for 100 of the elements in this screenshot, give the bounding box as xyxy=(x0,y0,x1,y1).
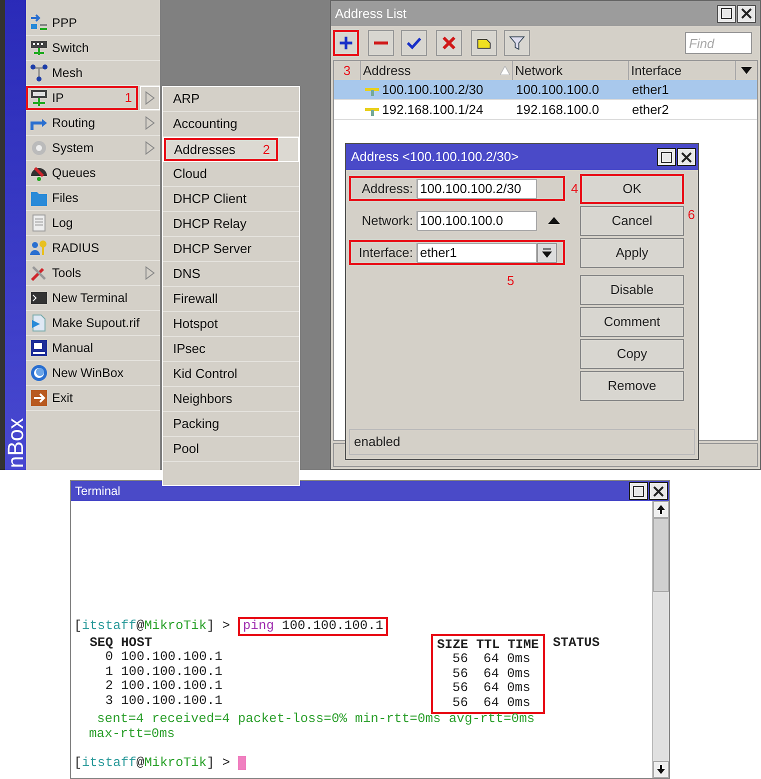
close-button[interactable] xyxy=(649,482,668,500)
switch-icon xyxy=(30,39,48,57)
filter-icon xyxy=(509,35,525,51)
menu-item[interactable]: Log xyxy=(26,211,138,235)
scroll-down-button[interactable] xyxy=(653,761,669,778)
submenu-item[interactable]: Pool xyxy=(163,437,277,461)
toolbar-button[interactable] xyxy=(471,30,497,56)
file-arrow-icon xyxy=(30,314,48,332)
toolbar-button[interactable] xyxy=(401,30,427,56)
menu-item[interactable]: Exit xyxy=(26,386,138,410)
toolbar-button[interactable] xyxy=(333,30,359,56)
dialog-button[interactable]: Comment xyxy=(580,307,684,337)
dropdown-field[interactable]: ether1 xyxy=(417,242,537,262)
menu-item[interactable]: Routing xyxy=(26,111,138,135)
dropdown-icon xyxy=(741,67,752,74)
close-icon xyxy=(741,8,752,19)
table-cell-text: 64 xyxy=(482,666,499,681)
table-cell-text: 100.100.100.2/30 xyxy=(382,80,484,99)
collapse-button[interactable] xyxy=(547,214,561,226)
input-field[interactable]: 100.100.100.0 xyxy=(417,210,537,230)
close-button[interactable] xyxy=(677,148,696,166)
table-cell-text: 2 xyxy=(104,679,113,694)
prompt-text: MikroTik xyxy=(144,756,207,770)
submenu-item[interactable]: DHCP Relay xyxy=(163,212,277,236)
dialog-button[interactable]: Copy xyxy=(580,339,684,369)
maximize-button[interactable] xyxy=(629,482,648,500)
dialog-button[interactable]: Disable xyxy=(580,275,684,305)
document-icon xyxy=(30,214,48,232)
submenu-item[interactable]: Addresses 2 xyxy=(164,138,278,161)
table-cell-text: 0 xyxy=(104,650,113,664)
menu-item[interactable]: Manual xyxy=(26,336,138,360)
menu-item[interactable]: Make Supout.rif xyxy=(26,311,138,335)
status-text: enabled xyxy=(354,433,400,452)
menu-item[interactable]: Files xyxy=(26,186,138,210)
sort-icon xyxy=(500,66,510,75)
submenu-item[interactable]: IPsec xyxy=(163,337,277,361)
table-cell: 0ms xyxy=(507,666,530,681)
step-number: 1 xyxy=(124,89,132,108)
submenu-item[interactable]: ARP xyxy=(163,87,277,111)
maximize-icon xyxy=(633,486,644,496)
table-row[interactable]: 100.100.100.2/30 100.100.100.0 ether1 xyxy=(334,80,757,100)
plus-icon xyxy=(338,35,354,51)
submenu-arrow-icon xyxy=(145,266,155,280)
step-number: 2 xyxy=(262,140,270,159)
toolbar-button[interactable] xyxy=(504,30,530,56)
dropdown-button[interactable] xyxy=(537,242,557,262)
submenu-item[interactable]: Kid Control xyxy=(163,362,277,386)
scrollbar[interactable] xyxy=(652,501,669,778)
table-cell-text: 56 xyxy=(451,652,468,666)
menu-item[interactable]: New WinBox xyxy=(26,361,138,385)
input-field[interactable]: 100.100.100.2/30 xyxy=(417,178,537,198)
menu-item[interactable]: System xyxy=(26,136,138,160)
menu-item[interactable]: IP 1 xyxy=(26,86,138,110)
submenu-item[interactable]: Hotspot xyxy=(163,312,277,336)
submenu-item[interactable]: Cloud xyxy=(163,162,277,186)
folder-icon xyxy=(30,189,48,207)
connection-icon xyxy=(30,14,48,32)
menu-item[interactable]: Tools xyxy=(26,261,138,285)
dialog-button[interactable]: Cancel xyxy=(580,206,684,236)
submenu-item[interactable]: Packing xyxy=(163,412,277,436)
scroll-thumb[interactable] xyxy=(653,518,669,592)
menu-item[interactable]: Mesh xyxy=(26,61,138,85)
arrow-up-icon xyxy=(657,505,665,514)
prompt-text: ] > xyxy=(206,619,230,634)
submenu-item[interactable]: Firewall xyxy=(163,287,277,311)
table-cell-text: 64 xyxy=(482,652,499,666)
find-field[interactable]: Find xyxy=(685,32,752,54)
table-cell-text: 100.100.100.0 xyxy=(516,80,600,99)
submenu-item[interactable]: Neighbors xyxy=(163,387,277,411)
close-icon xyxy=(681,152,692,162)
submenu-item[interactable]: DHCP Client xyxy=(163,187,277,211)
submenu-item[interactable]: Accounting xyxy=(163,112,277,136)
maximize-button[interactable] xyxy=(657,148,676,166)
window-title: Address <100.100.100.2/30> xyxy=(351,148,519,166)
submenu-arrow-icon xyxy=(145,116,155,130)
table-cell-text: 56 xyxy=(451,666,468,681)
menu-item[interactable]: PPP xyxy=(26,11,138,35)
menu-item[interactable]: Queues xyxy=(26,161,138,185)
menu-item[interactable]: RADIUS xyxy=(26,236,138,260)
menu-item[interactable]: New Terminal xyxy=(26,286,138,310)
column-header: SIZE xyxy=(437,638,468,652)
dialog-button[interactable]: Remove xyxy=(580,371,684,401)
table-cell-text: ether1 xyxy=(632,80,669,99)
maximize-button[interactable] xyxy=(717,4,736,22)
prompt-text: [ xyxy=(74,756,82,770)
table-cell: 100.100.100.1 xyxy=(121,679,222,694)
submenu-item[interactable]: DNS xyxy=(163,262,277,286)
close-button[interactable] xyxy=(737,4,756,22)
table-cell-text: 192.168.100.1/24 xyxy=(382,100,484,119)
check-icon xyxy=(406,35,422,51)
table-cell: 100.100.100.1 xyxy=(121,650,222,664)
scroll-up-button[interactable] xyxy=(653,501,669,518)
menu-item[interactable]: Switch xyxy=(26,36,138,60)
dialog-button[interactable]: Apply xyxy=(580,238,684,268)
gauge-icon xyxy=(30,164,48,182)
submenu-item[interactable]: DHCP Server xyxy=(163,237,277,261)
dialog-button[interactable]: OK xyxy=(580,174,684,204)
gear-icon xyxy=(30,139,48,157)
column-header: SEQ xyxy=(89,636,113,650)
triangle-up-icon xyxy=(548,217,560,224)
